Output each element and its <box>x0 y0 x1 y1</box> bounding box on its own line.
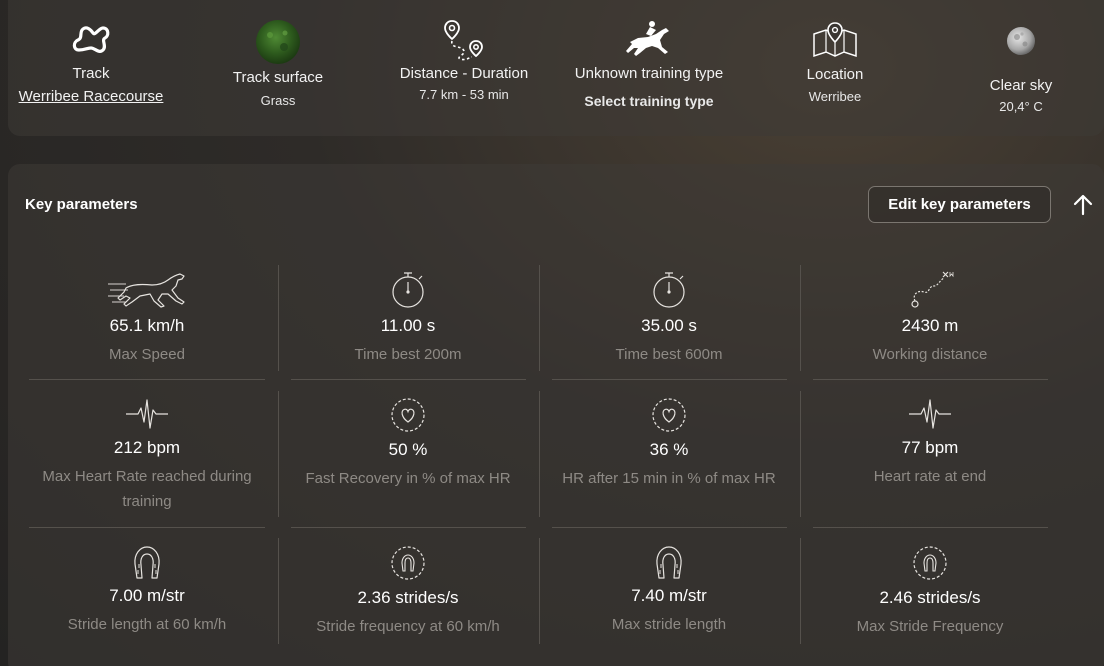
metric-max-stride-length: 7.40 m/str Max stride length <box>551 544 787 637</box>
grid-divider <box>278 265 279 371</box>
metric-label: Working distance <box>872 346 988 363</box>
edit-key-parameters-button[interactable]: Edit key parameters <box>868 186 1051 223</box>
route-icon <box>444 20 483 61</box>
info-location: Location Werribee <box>770 22 900 104</box>
grass-icon <box>256 20 300 64</box>
metric-max-speed: 65.1 km/h Max Speed <box>29 270 265 367</box>
metric-value: 65.1 km/h <box>109 316 185 335</box>
grid-divider <box>813 527 1048 528</box>
track-link[interactable]: Werribee Racecourse <box>0 88 182 105</box>
grid-divider <box>539 391 540 517</box>
info-track: Track Werribee Racecourse <box>0 20 182 105</box>
horseshoe-icon <box>656 546 682 579</box>
grid-divider <box>800 391 801 517</box>
metric-value: 7.40 m/str <box>631 586 707 605</box>
horseshoe-icon <box>134 546 160 579</box>
metric-label: Max stride length <box>611 616 727 633</box>
metric-time-best-600m: 35.00 s Time best 600m <box>551 270 787 367</box>
grid-divider <box>29 527 265 528</box>
grid-divider <box>813 379 1048 380</box>
metric-label: Max Speed <box>109 346 185 363</box>
track-label: Track <box>72 65 110 82</box>
key-parameters-title: Key parameters <box>25 196 138 213</box>
grid-divider <box>29 379 265 380</box>
stopwatch-icon <box>653 272 685 308</box>
location-label: Location <box>806 66 864 83</box>
metric-label: Fast Recovery in % of max HR <box>305 470 511 487</box>
metric-time-best-200m: 11.00 s Time best 200m <box>290 270 526 367</box>
info-distance: Distance - Duration 7.7 km - 53 min <box>378 19 550 102</box>
metric-stride-length-60: 7.00 m/str Stride length at 60 km/h <box>29 544 265 637</box>
distance-path-icon <box>911 271 954 308</box>
grid-divider <box>278 538 279 644</box>
metric-value: 2430 m <box>901 316 959 335</box>
grid-divider <box>539 265 540 371</box>
heartbeat-icon <box>909 399 951 429</box>
metric-label: HR after 15 min in % of max HR <box>562 470 776 487</box>
metric-label: Max Heart Rate reached during training <box>42 468 252 510</box>
grid-divider <box>539 538 540 644</box>
metric-label: Time best 200m <box>354 346 462 363</box>
select-training-type-link[interactable]: Select training type <box>556 93 742 109</box>
map-icon <box>813 22 857 58</box>
metric-stride-frequency-60: 2.36 strides/s Stride frequency at 60 km… <box>290 544 526 639</box>
metric-label: Stride frequency at 60 km/h <box>316 618 500 635</box>
metric-hr-after-15-min: 36 % HR after 15 min in % of max HR <box>551 396 787 491</box>
collapse-arrow-up-icon[interactable] <box>1070 192 1096 218</box>
metric-value: 50 % <box>388 440 428 459</box>
grid-divider <box>800 265 801 371</box>
metric-label: Time best 600m <box>615 346 723 363</box>
grid-divider <box>800 538 801 644</box>
metric-max-heart-rate: 212 bpm Max Heart Rate reached during tr… <box>29 396 265 514</box>
metric-value: 36 % <box>649 440 689 459</box>
horseshoe-cycle-icon <box>391 546 425 580</box>
jockey-icon <box>626 21 669 56</box>
metric-fast-recovery: 50 % Fast Recovery in % of max HR <box>290 396 526 491</box>
track-icon <box>72 26 110 53</box>
metric-value: 2.46 strides/s <box>879 588 981 607</box>
metric-value: 11.00 s <box>380 316 436 335</box>
grid-divider <box>291 527 526 528</box>
heartbeat-icon <box>126 399 168 429</box>
metric-value: 2.36 strides/s <box>357 588 459 607</box>
metric-heart-rate-at-end: 77 bpm Heart rate at end <box>812 396 1048 489</box>
grid-divider <box>552 379 787 380</box>
info-training-type: Unknown training type Select training ty… <box>556 20 742 109</box>
info-weather: Clear sky 20,4° C <box>960 25 1082 114</box>
surface-value: Grass <box>260 93 296 108</box>
grid-divider <box>278 391 279 517</box>
moon-icon <box>1007 27 1035 55</box>
metric-max-stride-frequency: 2.46 strides/s Max Stride Frequency <box>812 544 1048 639</box>
distance-label: Distance - Duration <box>399 65 529 82</box>
info-surface: Track surface Grass <box>198 19 358 108</box>
metric-label: Max Stride Frequency <box>856 618 1004 635</box>
surface-label: Track surface <box>232 69 324 86</box>
weather-value: 20,4° C <box>999 99 1043 114</box>
grid-divider <box>291 379 526 380</box>
metric-label: Stride length at 60 km/h <box>67 616 227 633</box>
stopwatch-icon <box>392 272 424 308</box>
horseshoe-cycle-icon <box>913 546 947 580</box>
metric-label: Heart rate at end <box>873 468 987 485</box>
metric-value: 7.00 m/str <box>109 586 185 605</box>
metric-working-distance: 2430 m Working distance <box>812 270 1048 367</box>
metric-value: 35.00 s <box>641 316 697 335</box>
location-value: Werribee <box>808 89 862 104</box>
training-type-label: Unknown training type <box>574 65 724 82</box>
grid-divider <box>552 527 787 528</box>
heart-recovery-icon <box>652 398 686 432</box>
running-horse-icon <box>108 273 185 308</box>
metric-value: 212 bpm <box>113 438 181 457</box>
heart-recovery-icon <box>391 398 425 432</box>
metric-value: 77 bpm <box>901 438 959 457</box>
distance-value: 7.7 km - 53 min <box>419 87 509 102</box>
weather-label: Clear sky <box>989 77 1053 94</box>
